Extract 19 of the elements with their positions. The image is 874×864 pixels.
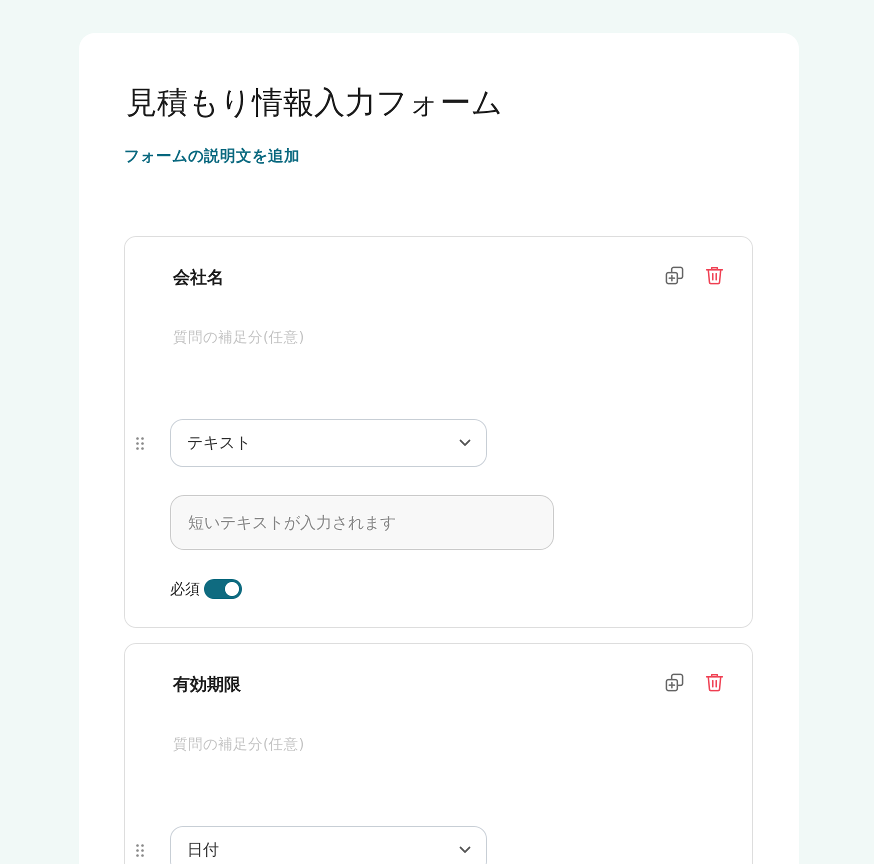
copy-icon[interactable] [665,672,684,692]
question-title: 会社名 [173,267,224,290]
required-label: 必須 [170,579,200,599]
type-select[interactable]: 日付 [170,826,487,864]
help-field[interactable]: 質問の補足分(任意) [173,733,533,757]
drag-handle-icon[interactable] [136,436,144,450]
required-toggle[interactable] [204,579,242,599]
chevron-down-icon [459,846,471,854]
copy-icon[interactable] [665,266,684,284]
form-title: 見積もり情報入力フォーム [126,84,503,123]
help-field[interactable]: 質問の補足分(任意) [173,326,533,350]
answer-field[interactable]: 短いテキストが入力されます [170,495,554,550]
chevron-down-icon [459,439,471,447]
drag-handle-icon[interactable] [136,844,144,856]
type-select[interactable]: テキスト [170,419,487,467]
add-description-link[interactable]: フォームの説明文を追加 [124,145,300,167]
trash-icon[interactable] [705,266,724,284]
question-title: 有効期限 [173,674,241,697]
trash-icon[interactable] [705,672,724,692]
